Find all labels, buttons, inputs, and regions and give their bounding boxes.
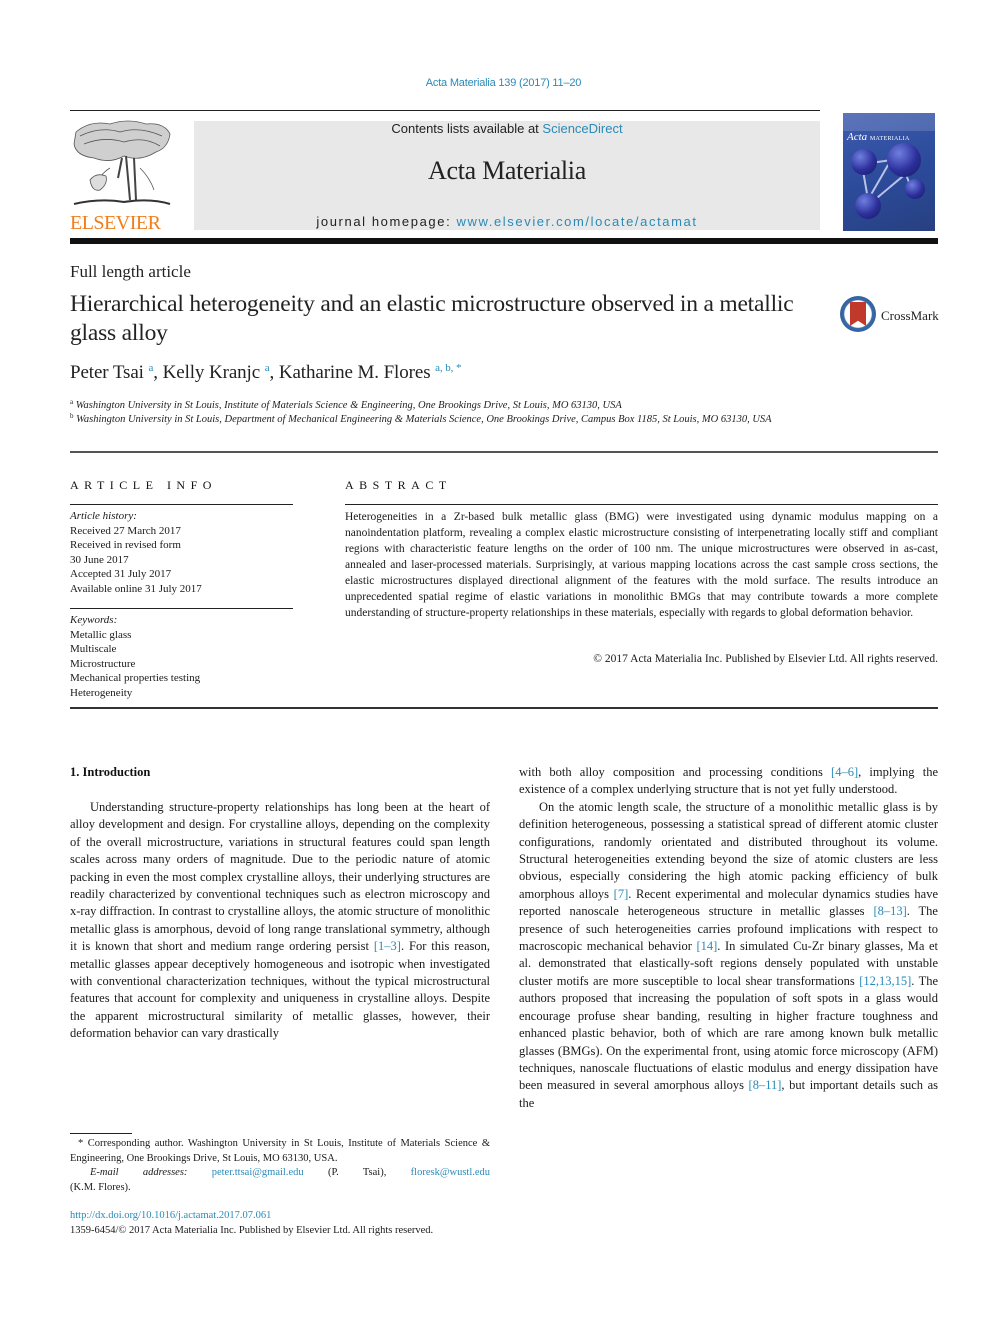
- abstract-copyright: © 2017 Acta Materialia Inc. Published by…: [593, 653, 938, 665]
- journal-reference-link[interactable]: Acta Materialia 139 (2017) 11–20: [0, 77, 992, 89]
- author-affiliation-mark[interactable]: a: [265, 362, 270, 374]
- author-name[interactable]: Katharine M. Flores: [279, 362, 431, 383]
- body-column-right: with both alloy composition and processi…: [519, 764, 938, 1112]
- article-info-heading: ARTICLE INFO: [70, 478, 217, 492]
- email-label: E-mail addresses:: [90, 1167, 188, 1178]
- paragraph: with both alloy composition and processi…: [519, 765, 938, 797]
- citation-link[interactable]: [8–13]: [873, 904, 906, 918]
- history-item: Available online 31 July 2017: [70, 582, 202, 595]
- citation-link[interactable]: [1–3]: [374, 939, 401, 953]
- front-matter-divider: [70, 707, 938, 709]
- article-history: Article history: Received 27 March 2017 …: [70, 509, 293, 596]
- affiliation-divider: [70, 451, 938, 453]
- history-item: 30 June 2017: [70, 553, 129, 566]
- author-name[interactable]: Peter Tsai: [70, 362, 144, 383]
- cover-sphere: [905, 179, 925, 199]
- paragraph: Understanding structure-property relatio…: [70, 800, 490, 1041]
- email-owner: (P. Tsai),: [327, 1167, 387, 1178]
- tree-icon: [73, 120, 171, 205]
- history-item: Received 27 March 2017: [70, 524, 181, 537]
- article-title: Hierarchical heterogeneity and an elasti…: [70, 291, 794, 346]
- citation-link[interactable]: [8–11]: [749, 1078, 782, 1092]
- journal-cover-thumbnail[interactable]: Acta MATERIALIA: [843, 113, 935, 231]
- section-heading-introduction: 1. Introduction: [70, 765, 151, 779]
- elsevier-logo[interactable]: ELSEVIER: [70, 118, 180, 233]
- keyword: Mechanical properties testing: [70, 672, 201, 684]
- keyword: Microstructure: [70, 657, 136, 670]
- keywords-label: Keywords:: [70, 614, 118, 626]
- keywords-divider: [70, 608, 293, 609]
- citation-link[interactable]: [12,13,15]: [859, 974, 911, 988]
- author-list: Peter Tsai a, Kelly Kranjc a, Katharine …: [70, 362, 462, 383]
- email-line: E-mail addresses: peter.ttsai@gmail.edu …: [70, 1166, 490, 1181]
- article-type: Full length article: [70, 262, 191, 281]
- email-owner: (K.M. Flores).: [70, 1181, 131, 1193]
- journal-header-box: Contents lists available at ScienceDirec…: [194, 121, 820, 230]
- abstract-body: Heterogeneities in a Zr-based bulk metal…: [345, 511, 938, 619]
- abstract-heading: ABSTRACT: [345, 478, 452, 492]
- crossmark-label: CrossMark: [881, 308, 939, 323]
- email-link[interactable]: floresk@wustl.edu: [411, 1167, 490, 1178]
- contents-prefix: Contents lists available at: [391, 121, 543, 136]
- header-heavy-divider: [70, 238, 938, 244]
- body-column-left: Understanding structure-property relatio…: [70, 799, 490, 1043]
- citation-link[interactable]: [14]: [696, 939, 717, 953]
- sciencedirect-link[interactable]: ScienceDirect: [542, 121, 622, 136]
- cover-sphere: [887, 143, 921, 177]
- affiliation-b: b Washington University in St Louis, Dep…: [70, 412, 772, 425]
- doi-link[interactable]: http://dx.doi.org/10.1016/j.actamat.2017…: [70, 1210, 271, 1221]
- cover-banner: [843, 113, 935, 131]
- top-divider: [70, 110, 820, 111]
- history-item: Accepted 31 July 2017: [70, 568, 172, 580]
- keyword: Heterogeneity: [70, 686, 133, 699]
- issn-copyright: 1359-6454/© 2017 Acta Materialia Inc. Pu…: [70, 1225, 434, 1236]
- homepage-line: journal homepage: www.elsevier.com/locat…: [194, 214, 820, 229]
- contents-line: Contents lists available at ScienceDirec…: [194, 121, 820, 136]
- author-affiliation-mark[interactable]: a: [149, 362, 154, 374]
- author-name[interactable]: Kelly Kranjc: [163, 362, 261, 383]
- article-info-divider: [70, 504, 293, 505]
- cover-sphere: [855, 193, 881, 219]
- elsevier-wordmark: ELSEVIER: [70, 212, 161, 234]
- homepage-prefix: journal homepage:: [316, 214, 457, 229]
- journal-title: Acta Materialia: [428, 156, 586, 185]
- history-item: Received in revised form: [70, 539, 181, 551]
- keyword: Multiscale: [70, 643, 117, 655]
- citation-link[interactable]: [7]: [614, 887, 629, 901]
- email-link[interactable]: peter.ttsai@gmail.edu: [212, 1167, 304, 1178]
- corresponding-author-footnote: * Corresponding author. Washington Unive…: [70, 1137, 490, 1195]
- cover-title: Acta MATERIALIA: [847, 131, 910, 143]
- citation-link[interactable]: [4–6]: [831, 765, 858, 779]
- corresponding-note: * Corresponding author. Washington Unive…: [70, 1138, 490, 1164]
- history-label: Article history:: [70, 510, 137, 522]
- footnote-divider: [70, 1133, 132, 1134]
- keywords-list: Keywords: Metallic glass Multiscale Micr…: [70, 613, 293, 700]
- homepage-link[interactable]: www.elsevier.com/locate/actamat: [457, 214, 698, 229]
- paragraph: On the atomic length scale, the structur…: [519, 799, 939, 1110]
- cover-sphere: [851, 149, 877, 175]
- author-affiliation-mark[interactable]: a, b, *: [435, 362, 461, 374]
- keyword: Metallic glass: [70, 628, 132, 641]
- crossmark-button[interactable]: CrossMark: [840, 296, 940, 334]
- abstract-divider: [345, 504, 938, 505]
